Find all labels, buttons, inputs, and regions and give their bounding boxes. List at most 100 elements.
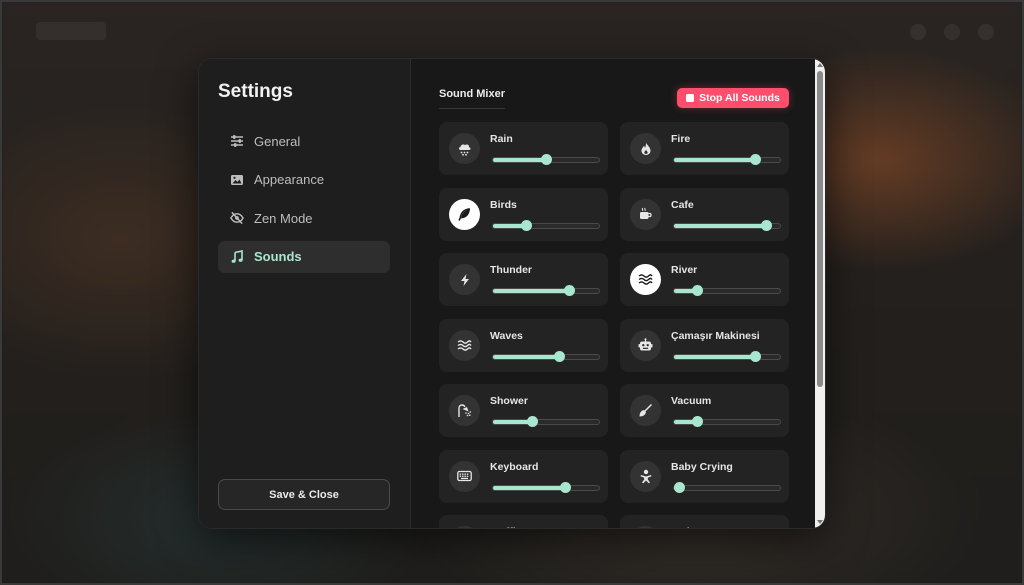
broom-icon[interactable] [630,395,661,426]
sound-label: Çamaşır Makinesi [671,329,760,342]
sound-label: Rain [490,133,513,145]
volume-slider-thumb[interactable] [559,481,571,493]
volume-slider[interactable] [492,481,600,493]
sound-label: Train [671,526,696,528]
sound-label: Keyboard [490,460,539,473]
save-close-button[interactable]: Save & Close [218,479,390,510]
sidebar-item-sounds[interactable]: Sounds [218,240,390,273]
baby-icon[interactable] [630,460,661,492]
robot-icon[interactable] [630,329,661,361]
volume-slider-thumb[interactable] [691,416,703,427]
volume-slider-thumb[interactable] [540,154,552,165]
volume-slider-thumb[interactable] [521,219,533,231]
sound-card-baby-crying: Baby Crying [620,449,789,503]
scroll-up-arrow-icon[interactable] [817,63,823,67]
settings-modal: Settings General Appearance Zen Mode Sounds… [198,58,826,529]
cloud-rain-icon[interactable] [449,133,480,164]
volume-slider[interactable] [492,154,600,165]
sound-card-train: Train [620,515,789,528]
sidebar-item-label: Zen Mode [254,210,313,226]
sound-card-traffic: Traffic [439,515,608,528]
volume-slider-thumb[interactable] [760,219,772,231]
scrollbar[interactable] [815,59,825,528]
sound-label: Birds [490,198,517,211]
volume-slider-fill [493,289,570,293]
volume-slider-fill [493,158,546,162]
sound-label: Waves [490,329,523,342]
sound-card-shower: Shower [439,384,608,437]
sound-card-birds: Birds [439,187,608,241]
sound-label: Shower [490,395,528,407]
volume-slider-thumb[interactable] [750,350,762,362]
sound-card-fire: Fire [620,122,789,175]
sound-card-çamaşır-makinesi: Çamaşır Makinesi [620,318,789,372]
stop-all-sounds-label: Stop All Sounds [699,92,780,104]
sound-card-cafe: Cafe [620,187,789,241]
sound-label: Thunder [490,264,532,276]
sidebar-item-label: Sounds [254,249,302,264]
settings-title: Settings [218,81,293,102]
sound-card-vacuum: Vacuum [620,384,789,437]
water-icon[interactable] [449,329,480,361]
background-logo [36,22,106,40]
fire-icon[interactable] [630,133,661,164]
volume-slider[interactable] [492,416,600,427]
lightning-icon[interactable] [449,264,480,295]
volume-slider-thumb[interactable] [563,285,575,296]
volume-slider[interactable] [673,154,781,165]
volume-slider[interactable] [673,481,781,493]
sound-grid: Rain Fire Birds Cafe Thunder River Waves Çamaşı… [439,122,789,528]
sidebar-item-label: Appearance [254,172,325,187]
music-note-icon [230,249,244,264]
scrollbar-thumb[interactable] [817,71,823,387]
volume-slider-thumb[interactable] [554,350,566,362]
sound-card-river: River [620,253,789,306]
sound-card-rain: Rain [439,122,608,175]
scroll-down-arrow-icon[interactable] [817,520,823,524]
car-icon[interactable] [449,526,480,528]
stop-icon [686,94,695,102]
sidebar-item-general[interactable]: General [218,125,390,157]
sound-card-waves: Waves [439,318,608,372]
volume-slider-fill [493,354,560,359]
water-icon[interactable] [630,264,661,295]
volume-slider[interactable] [673,219,781,231]
volume-slider-thumb[interactable] [750,154,762,165]
shower-icon[interactable] [449,395,480,426]
sidebar-item-appearance[interactable]: Appearance [218,164,390,196]
volume-slider-thumb[interactable] [691,285,703,296]
sound-label: Traffic [490,526,522,528]
volume-slider-thumb[interactable] [526,416,538,427]
sound-label: Fire [671,133,691,145]
volume-slider[interactable] [673,416,781,427]
volume-slider[interactable] [492,350,600,362]
volume-slider[interactable] [492,219,600,231]
volume-slider[interactable] [492,285,600,296]
volume-slider-fill [674,354,756,359]
keyboard-icon[interactable] [449,460,480,492]
feather-icon[interactable] [449,198,480,230]
volume-slider-fill [674,223,767,228]
sound-label: Vacuum [671,395,712,407]
eye-slash-icon [230,211,244,225]
sound-label: Baby Crying [671,460,733,473]
volume-slider-fill [493,485,566,490]
sliders-icon [230,134,244,148]
sound-card-thunder: Thunder [439,253,608,306]
sound-mixer-title: Sound Mixer [439,88,506,109]
sidebar-item-zen-mode[interactable]: Zen Mode [218,202,390,234]
settings-sidebar: Settings General Appearance Zen Mode Sounds… [199,59,411,528]
coffee-cup-icon[interactable] [630,198,661,230]
train-icon[interactable] [630,526,661,528]
stop-all-sounds-button[interactable]: Stop All Sounds [677,88,789,108]
sounds-panel: Sound Mixer Stop All Sounds Rain Fire Bird… [411,59,815,528]
volume-slider[interactable] [673,285,781,296]
volume-slider[interactable] [673,350,781,362]
volume-slider-thumb[interactable] [673,481,685,493]
settings-nav: General Appearance Zen Mode Sounds [218,125,390,279]
sidebar-item-label: General [254,133,301,149]
sound-label: Cafe [671,198,694,211]
image-icon [230,173,244,187]
sound-label: River [671,264,698,276]
volume-slider-fill [674,158,756,162]
